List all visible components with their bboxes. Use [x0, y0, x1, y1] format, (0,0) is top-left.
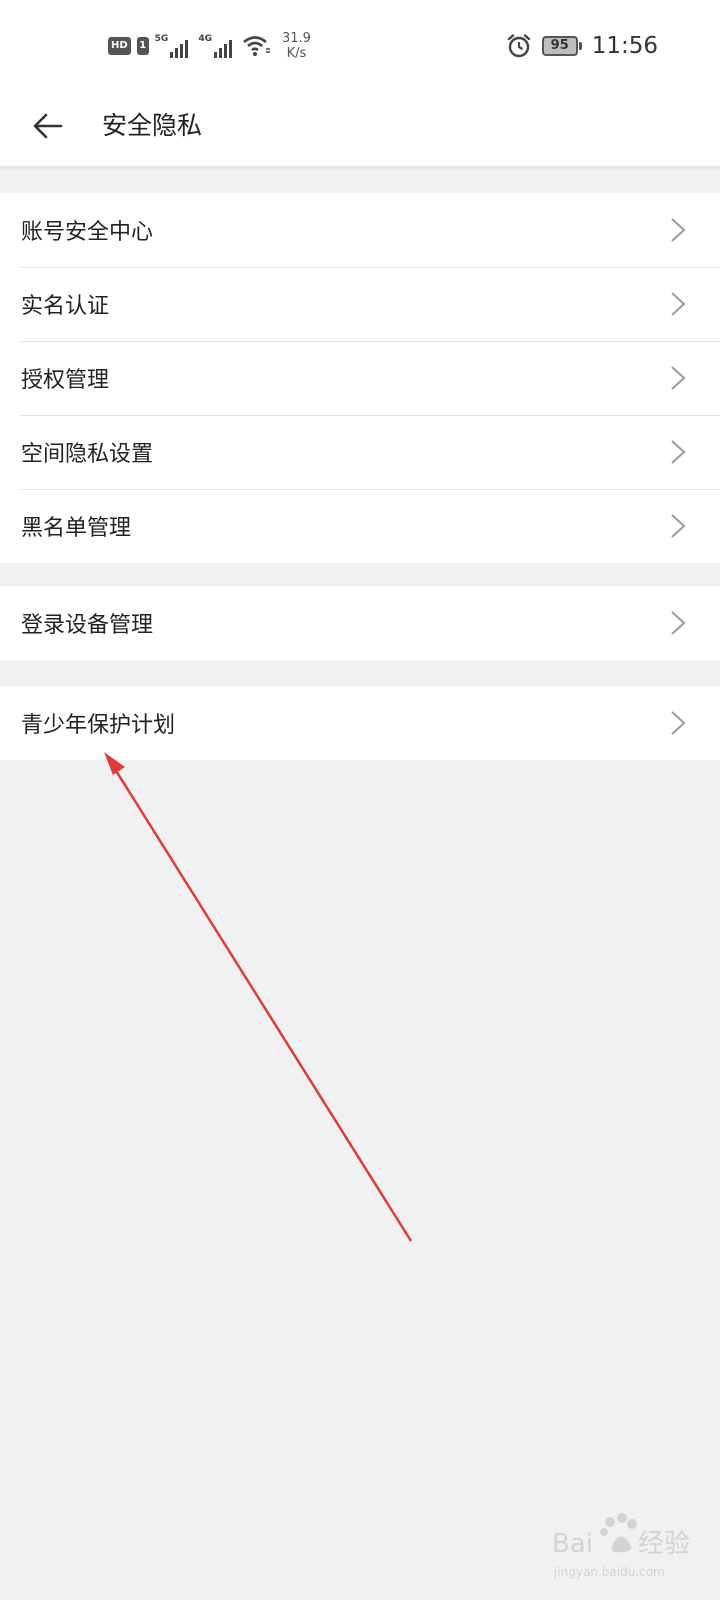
- signal-4g-icon: 4G: [198, 34, 236, 58]
- baidu-watermark-logo: Bai 经验 jingyan.baidu.com: [552, 1513, 690, 1579]
- chevron-right-icon: [671, 514, 686, 538]
- chevron-right-icon: [671, 711, 686, 735]
- settings-item-youth-protection[interactable]: 青少年保护计划: [0, 686, 720, 760]
- settings-item-label: 空间隐私设置: [21, 442, 154, 467]
- svg-text:经验: 经验: [638, 1529, 690, 1559]
- alarm-icon: [507, 34, 530, 58]
- chevron-right-icon: [671, 440, 686, 464]
- settings-item-login-devices[interactable]: 登录设备管理: [0, 586, 720, 660]
- page-title: 安全隐私: [102, 111, 203, 140]
- speed-unit: K/s: [286, 46, 307, 61]
- network-type-5g: 5G: [154, 34, 169, 44]
- sim-badge: 1: [136, 37, 149, 55]
- app-bar: 安全隐私: [0, 90, 720, 166]
- battery-icon: 95: [541, 36, 582, 56]
- svg-text:jingyan.baidu.com: jingyan.baidu.com: [553, 1565, 665, 1579]
- settings-item-real-name[interactable]: 实名认证: [0, 267, 720, 341]
- chevron-right-icon: [671, 218, 686, 242]
- hd-icon: HD: [108, 37, 131, 55]
- wifi-icon: [243, 36, 270, 56]
- settings-item-label: 授权管理: [21, 368, 110, 393]
- network-type-4g: 4G: [198, 34, 212, 44]
- chevron-right-icon: [671, 366, 686, 390]
- speed-value: 31.9: [281, 31, 311, 46]
- signal-bars-icon: [170, 40, 189, 58]
- status-left-group: HD 1 5G 4G 31.9 K/s: [108, 30, 311, 62]
- network-speed: 31.9 K/s: [282, 31, 311, 61]
- annotation-arrow-shaft: [106, 757, 413, 1242]
- settings-group-devices: 登录设备管理: [0, 586, 720, 660]
- settings-item-account-security[interactable]: 账号安全中心: [0, 193, 720, 267]
- status-right-group: 95 11:56: [506, 28, 658, 64]
- settings-item-blacklist[interactable]: 黑名单管理: [0, 489, 720, 563]
- svg-text:Bai: Bai: [552, 1529, 593, 1559]
- settings-item-label: 账号安全中心: [21, 220, 154, 245]
- settings-item-space-privacy[interactable]: 空间隐私设置: [0, 415, 720, 489]
- settings-group-youth: 青少年保护计划: [0, 686, 720, 760]
- signal-5g-icon: 5G: [155, 34, 193, 58]
- arrow-left-icon: [33, 113, 63, 139]
- chevron-right-icon: [671, 611, 686, 635]
- chevron-right-icon: [671, 292, 686, 316]
- back-button[interactable]: [28, 106, 68, 146]
- settings-item-label: 登录设备管理: [21, 613, 154, 638]
- settings-item-authorization[interactable]: 授权管理: [0, 341, 720, 415]
- clock: 11:56: [591, 33, 658, 59]
- settings-item-label: 青少年保护计划: [21, 713, 176, 738]
- signal-bars-icon: [213, 40, 232, 58]
- settings-item-label: 实名认证: [21, 294, 110, 319]
- status-bar: HD 1 5G 4G 31.9 K/s 95 11:56: [0, 0, 720, 90]
- settings-item-label: 黑名单管理: [21, 516, 132, 541]
- settings-group-account: 账号安全中心 实名认证 授权管理 空间隐私设置 黑名单管理: [0, 193, 720, 563]
